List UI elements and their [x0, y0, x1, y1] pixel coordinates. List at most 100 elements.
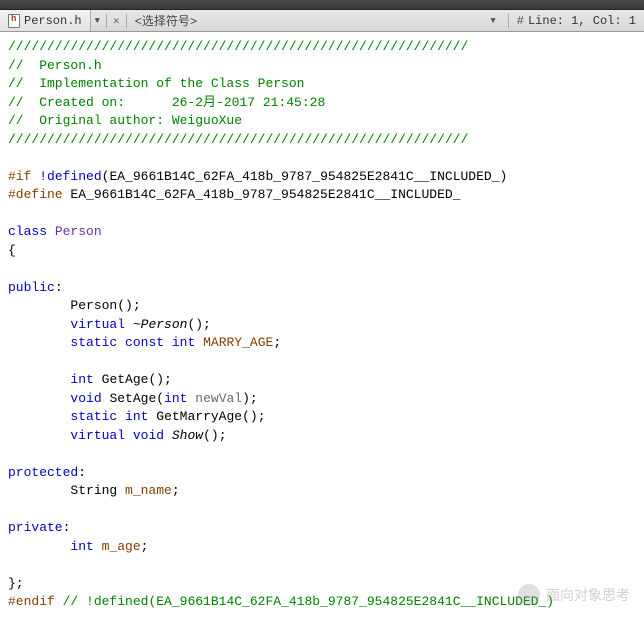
code-line[interactable]: void SetAge(int newVal);: [8, 390, 636, 409]
code-line[interactable]: static const int MARRY_AGE;: [8, 334, 636, 353]
code-line[interactable]: #define EA_9661B14C_62FA_418b_9787_95482…: [8, 186, 636, 205]
watermark-logo-icon: [518, 584, 540, 606]
file-tab[interactable]: Person.h: [0, 10, 91, 31]
token-plain: ();: [117, 298, 140, 313]
code-line[interactable]: // Implementation of the Class Person: [8, 75, 636, 94]
token-kw: int: [70, 539, 93, 554]
token-plain: ();: [187, 317, 210, 332]
token-plain: [125, 428, 133, 443]
token-pre: #endif: [8, 594, 55, 609]
code-line[interactable]: [8, 149, 636, 168]
token-kw: void: [70, 391, 101, 406]
token-kw: virtual: [70, 428, 125, 443]
token-kw: int: [172, 335, 195, 350]
code-line[interactable]: [8, 205, 636, 224]
token-plain: [8, 409, 70, 424]
token-plain: [94, 372, 102, 387]
token-kw: const: [125, 335, 164, 350]
code-line[interactable]: [8, 353, 636, 372]
code-line[interactable]: // Person.h: [8, 57, 636, 76]
token-comment: // Created on: 26-2月-2017 21:45:28: [8, 95, 325, 110]
code-line[interactable]: String m_name;: [8, 482, 636, 501]
token-kw: int: [164, 391, 187, 406]
code-line[interactable]: int m_age;: [8, 538, 636, 557]
token-kw: int: [70, 372, 93, 387]
token-method: SetAge: [109, 391, 156, 406]
code-line[interactable]: int GetAge();: [8, 371, 636, 390]
token-kw: private: [8, 520, 63, 535]
token-kw: static: [70, 335, 117, 350]
token-clsname: Person: [55, 224, 102, 239]
token-comment: ////////////////////////////////////////…: [8, 132, 468, 147]
token-plain: [8, 335, 70, 350]
code-line[interactable]: [8, 260, 636, 279]
symbol-picker[interactable]: <选择符号> ▼: [129, 12, 508, 29]
token-kw: !defined: [39, 169, 101, 184]
token-dtor: Show: [172, 428, 203, 443]
close-icon[interactable]: ✕: [109, 14, 124, 28]
tab-bar: Person.h ▼ ✕ <选择符号> ▼ # Line: 1, Col: 1: [0, 10, 644, 32]
token-method: Person: [70, 298, 117, 313]
token-comment: // Person.h: [8, 58, 102, 73]
token-plain: [8, 539, 70, 554]
code-line[interactable]: // Created on: 26-2月-2017 21:45:28: [8, 94, 636, 113]
hash-icon: #: [517, 14, 524, 28]
token-kw: public: [8, 280, 55, 295]
token-comment: ////////////////////////////////////////…: [8, 39, 468, 54]
code-line[interactable]: // Original author: WeiguoXue: [8, 112, 636, 131]
code-line[interactable]: [8, 445, 636, 464]
symbol-picker-label: <选择符号>: [135, 12, 197, 29]
code-line[interactable]: virtual ~Person();: [8, 316, 636, 335]
token-plain: [8, 428, 70, 443]
token-plain: [55, 594, 63, 609]
token-method: GetMarryAge: [156, 409, 242, 424]
code-line[interactable]: static int GetMarryAge();: [8, 408, 636, 427]
header-file-icon: [8, 14, 20, 28]
token-plain: [8, 391, 70, 406]
tab-dropdown-icon[interactable]: ▼: [91, 16, 104, 26]
code-line[interactable]: ////////////////////////////////////////…: [8, 38, 636, 57]
token-plain: :: [55, 280, 63, 295]
code-line[interactable]: [8, 556, 636, 575]
token-plain: (: [156, 391, 164, 406]
token-pre: #if: [8, 169, 31, 184]
token-plain: [195, 335, 203, 350]
token-plain: [117, 409, 125, 424]
code-line[interactable]: class Person: [8, 223, 636, 242]
token-plain: };: [8, 576, 24, 591]
code-line[interactable]: Person();: [8, 297, 636, 316]
code-line[interactable]: [8, 501, 636, 520]
token-method: GetAge: [102, 372, 149, 387]
watermark-text: 面向对象思考: [546, 585, 630, 605]
token-member: MARRY_AGE: [203, 335, 273, 350]
token-plain: [94, 539, 102, 554]
token-comment: // !defined(EA_9661B14C_62FA_418b_9787_9…: [63, 594, 554, 609]
watermark: 面向对象思考: [518, 584, 630, 606]
token-kw: static: [70, 409, 117, 424]
code-line[interactable]: ////////////////////////////////////////…: [8, 131, 636, 150]
chevron-down-icon: ▼: [484, 16, 501, 26]
token-plain: [8, 298, 70, 313]
token-plain: ();: [148, 372, 171, 387]
token-plain: ();: [203, 428, 226, 443]
code-line[interactable]: {: [8, 242, 636, 261]
token-plain: [8, 317, 70, 332]
token-kw: protected: [8, 465, 78, 480]
code-editor[interactable]: ////////////////////////////////////////…: [0, 32, 644, 618]
token-plain: ();: [242, 409, 265, 424]
token-plain: [125, 317, 133, 332]
code-line[interactable]: protected:: [8, 464, 636, 483]
file-tab-label: Person.h: [24, 14, 82, 28]
token-plain: );: [242, 391, 258, 406]
token-plain: :: [63, 520, 71, 535]
separator: [126, 14, 127, 28]
code-line[interactable]: virtual void Show();: [8, 427, 636, 446]
title-bar: [0, 0, 644, 10]
code-line[interactable]: #if !defined(EA_9661B14C_62FA_418b_9787_…: [8, 168, 636, 187]
token-plain: EA_9661B14C_62FA_418b_9787_954825E2841C_…: [63, 187, 461, 202]
token-comment: // Original author: WeiguoXue: [8, 113, 242, 128]
token-plain: ;: [172, 483, 180, 498]
token-comment: // Implementation of the Class Person: [8, 76, 304, 91]
code-line[interactable]: public:: [8, 279, 636, 298]
code-line[interactable]: private:: [8, 519, 636, 538]
